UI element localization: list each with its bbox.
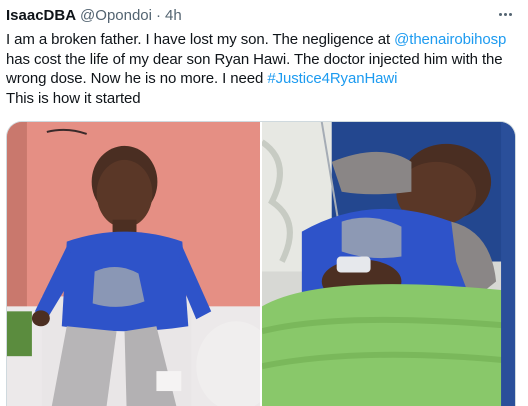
header-separator: · [156,6,161,24]
tweet-media-grid [6,121,516,406]
photo-boy-sitting [7,122,260,406]
tweet-text: I am a broken father. I have lost my son… [6,30,518,108]
mention-link[interactable]: @thenairobihosp [394,31,506,48]
tweet-card[interactable]: IsaacDBA @Opondoi · 4h I am a broken fat… [0,0,528,406]
tweet-text-part: I am a broken father. I have lost my son… [6,31,395,48]
tweet-header: IsaacDBA @Opondoi · 4h [6,5,182,25]
tweet-timestamp[interactable]: 4h [165,7,182,24]
photo-boy-in-hospital-bed [262,122,515,406]
author-display-name[interactable]: IsaacDBA [6,7,76,24]
more-horizontal-icon[interactable] [494,6,516,22]
author-handle[interactable]: @Opondoi [80,7,152,24]
hashtag-link[interactable]: #Justice4RyanHawi [267,70,397,87]
media-photo-left[interactable] [7,122,260,406]
media-photo-right[interactable] [262,122,515,406]
tweet-text-part: This is how it started [6,89,141,107]
